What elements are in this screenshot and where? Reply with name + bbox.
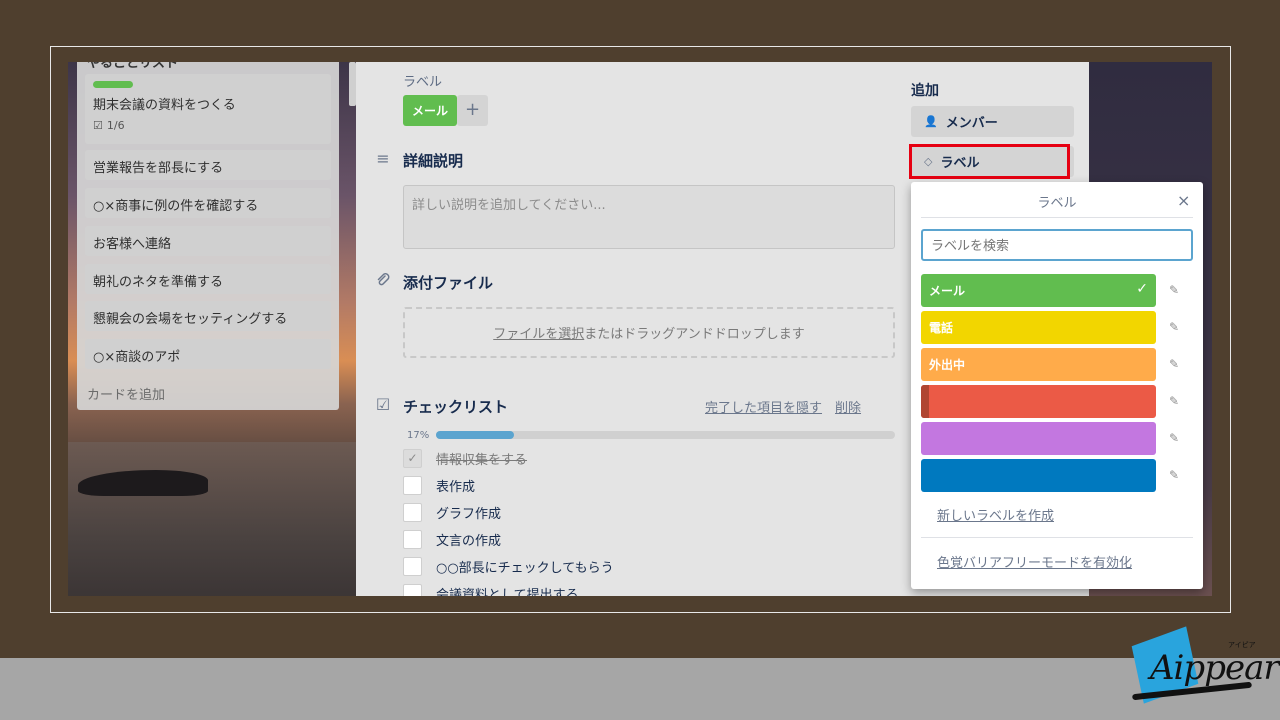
label-swatch-name: 外出中 [929,358,966,372]
list-card[interactable]: お客様へ連絡 [85,226,331,256]
card-title: お客様へ連絡 [93,237,172,252]
add-label-button[interactable]: + [457,95,488,126]
checklist-item[interactable]: ✓ 情報収集をする [403,448,527,468]
list-card[interactable]: 朝礼のネタを準備する [85,264,331,294]
attachment-heading: 添付ファイル [403,274,494,292]
hide-completed-link[interactable]: 完了した項目を隠す [705,397,822,416]
checkmark-icon: ✓ [1136,281,1148,297]
checklist-item[interactable]: 表作成 [403,475,475,495]
edit-pencil-icon[interactable]: ✎ [1169,357,1179,371]
close-icon[interactable]: × [1177,191,1190,210]
list-card[interactable]: ○×商事に例の件を確認する [85,188,331,218]
list-card[interactable]: 営業報告を部長にする [85,150,331,180]
member-button[interactable]: 👤 メンバー [911,106,1074,137]
checklist-icon: ☑ [375,395,391,414]
screenshot: やることリスト 期末会議の資料をつくる ☑ 1/6 営業報告を部長にする ○×商… [68,62,1212,596]
checkbox[interactable] [403,529,422,549]
card-title: 懇親会の会場をセッティングする [93,312,288,327]
member-button-label: メンバー [945,116,998,131]
checkbox[interactable] [403,556,422,576]
checklist-icon: ☑ [93,119,103,132]
hover-edge [921,385,929,418]
list-card[interactable]: ○×商談のアポ [85,339,331,369]
checkbox[interactable] [403,583,422,596]
colorblind-mode-link[interactable]: 色覚バリアフリーモードを有効化 [937,552,1132,571]
choose-file-link[interactable]: ファイルを選択 [493,323,584,342]
label-popover: ラベル × メール ✓ ✎ 電話 ✎ 外出中 ✎ ✎ ✎ ✎ 新しいラベルを作成… [911,182,1203,589]
logo-wordmark: Aippear [1150,648,1280,688]
checkbox[interactable] [403,502,422,522]
attachment-icon [374,272,392,290]
aippear-logo: Aippear アイピア [1124,626,1280,708]
checklist-count: 1/6 [106,119,125,132]
progress-bar-fill [436,431,515,439]
card-title: 期末会議の資料をつくる [93,98,236,113]
dropzone-text: またはドラッグアンドドロップします [584,327,805,342]
progress-percent: 17% [407,430,430,441]
edit-pencil-icon[interactable]: ✎ [1169,468,1179,482]
card-title: 朝礼のネタを準備する [93,275,224,290]
list-card[interactable]: 期末会議の資料をつくる ☑ 1/6 [85,74,331,144]
popover-title: ラベル [1037,196,1077,211]
label-chip-mail[interactable]: メール [403,95,458,126]
checklist-item[interactable]: 会議資料として提出する [403,583,579,596]
label-search-input[interactable] [921,229,1193,261]
add-heading: 追加 [911,83,939,99]
checklist-badge: ☑ 1/6 [93,119,323,132]
list-title: やることリスト [87,62,179,71]
person-icon: 👤 [924,115,938,128]
description-heading: 詳細説明 [403,152,464,170]
description-icon: ≡ [376,149,390,168]
list-card[interactable]: 懇親会の会場をセッティングする [85,301,331,331]
add-card-button[interactable]: カードを追加 [87,384,165,403]
create-label-link[interactable]: 新しいラベルを作成 [937,505,1054,524]
label-swatch-mail[interactable]: メール ✓ [921,274,1156,307]
checklist-item-text: 情報収集をする [436,452,528,468]
popover-divider [921,217,1193,218]
checklist-item[interactable]: 文言の作成 [403,529,501,549]
checklist-item-text: 文言の作成 [436,533,502,549]
edit-pencil-icon[interactable]: ✎ [1169,431,1179,445]
attachment-dropzone[interactable]: ファイルを選択 またはドラッグアンドドロップします [403,307,895,358]
checkbox-checked[interactable]: ✓ [403,448,422,468]
edit-pencil-icon[interactable]: ✎ [1169,283,1179,297]
label-swatch-purple[interactable] [921,422,1156,455]
checklist-item[interactable]: ○○部長にチェックしてもらう [403,556,614,576]
todo-list: やることリスト 期末会議の資料をつくる ☑ 1/6 営業報告を部長にする ○×商… [77,62,339,410]
checklist-item-text: ○○部長にチェックしてもらう [436,560,614,576]
card-title: ○×商事に例の件を確認する [93,199,259,214]
footer-band [0,658,1280,720]
edit-pencil-icon[interactable]: ✎ [1169,394,1179,408]
label-swatch-red[interactable] [921,385,1156,418]
list-scrollbar[interactable] [349,62,356,106]
popover-divider [921,537,1193,538]
progress-bar [436,431,895,439]
checklist-heading: チェックリスト [403,398,509,416]
highlight-box [909,144,1070,179]
label-swatch-name: メール [929,284,966,298]
card-label-bar [93,81,133,88]
logo-kana: アイピア [1228,641,1256,649]
labels-heading: ラベル [403,75,443,90]
delete-checklist-link[interactable]: 削除 [835,397,861,416]
card-title: ○×商談のアポ [93,350,181,365]
card-title: 営業報告を部長にする [93,161,224,176]
label-swatch-blue[interactable] [921,459,1156,492]
label-swatch-out[interactable]: 外出中 [921,348,1156,381]
checklist-item-text: グラフ作成 [436,506,502,522]
checklist-item-text: 会議資料として提出する [436,587,579,597]
label-swatch-phone[interactable]: 電話 [921,311,1156,344]
description-input[interactable]: 詳しい説明を追加してください... [403,185,895,249]
background-sea [68,442,368,596]
checklist-item-text: 表作成 [436,479,476,495]
checklist-item[interactable]: グラフ作成 [403,502,501,522]
edit-pencil-icon[interactable]: ✎ [1169,320,1179,334]
label-swatch-name: 電話 [929,321,954,335]
checkbox[interactable] [403,475,422,495]
